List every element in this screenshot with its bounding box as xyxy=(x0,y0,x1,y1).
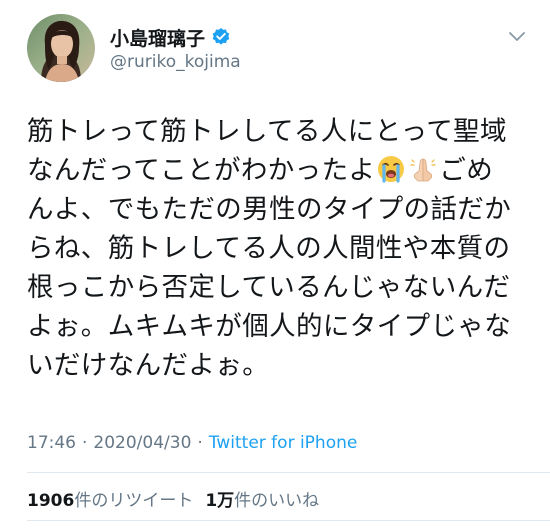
user-handle[interactable]: @ruriko_kojima xyxy=(110,52,241,72)
tweet-line: よぉ。ムキムキが個人的にタイプじゃな xyxy=(27,311,512,342)
retweets-stat[interactable]: 1906 件のリツイート xyxy=(27,486,193,511)
folded-hands-emoji-icon xyxy=(408,154,438,184)
display-name-row: 小島瑠璃子 xyxy=(110,24,231,50)
retweets-count: 1906 xyxy=(27,491,75,511)
tweet-line: んよ、でもただの男性のタイプの話だか xyxy=(27,194,512,225)
user-avatar-photo-icon xyxy=(27,14,95,82)
chevron-down-icon[interactable] xyxy=(507,30,527,44)
divider xyxy=(27,472,550,473)
tweet-header: 小島瑠璃子 @ruriko_kojima xyxy=(0,0,550,100)
tweet-line: らね、筋トレしてる人の人間性や本質の xyxy=(27,233,511,264)
tweet-time[interactable]: 17:46 xyxy=(27,433,76,453)
tweet-stats: 1906 件のリツイート 1万 件のいいね xyxy=(27,486,331,511)
divider xyxy=(27,520,550,521)
avatar[interactable] xyxy=(27,14,95,82)
tweet-line: 筋トレって筋トレしてる人にとって聖域 xyxy=(27,116,507,147)
tweet-date[interactable]: 2020/04/30 xyxy=(93,433,191,453)
tweet-meta: 17:46 · 2020/04/30 · Twitter for iPhone xyxy=(27,433,357,453)
tweet-text: 筋トレって筋トレしてる人にとって聖域 なんだってことがわかったよ ごめ んよ、で… xyxy=(27,112,532,385)
loudly-crying-face-emoji-icon xyxy=(376,154,406,184)
tweet-line: いだけなんだよぉ。 xyxy=(27,350,270,381)
display-name[interactable]: 小島瑠璃子 xyxy=(110,24,205,51)
meta-separator: · xyxy=(197,433,203,453)
likes-stat[interactable]: 1万 件のいいね xyxy=(205,486,319,511)
tweet-source-link[interactable]: Twitter for iPhone xyxy=(209,433,358,453)
retweets-label: 件のリツイート xyxy=(74,491,194,511)
likes-count: 1万 xyxy=(205,491,235,511)
tweet-line-segment: ごめ xyxy=(439,155,494,186)
tweet-line-with-emoji: なんだってことがわかったよ ごめ xyxy=(27,151,532,190)
verified-badge-icon xyxy=(211,27,231,47)
tweet-line: 根っこから否定しているんじゃないんだ xyxy=(27,272,511,303)
tweet-line-segment: なんだってことがわかったよ xyxy=(27,155,376,186)
meta-separator: · xyxy=(82,433,88,453)
likes-label: 件のいいね xyxy=(234,491,320,511)
